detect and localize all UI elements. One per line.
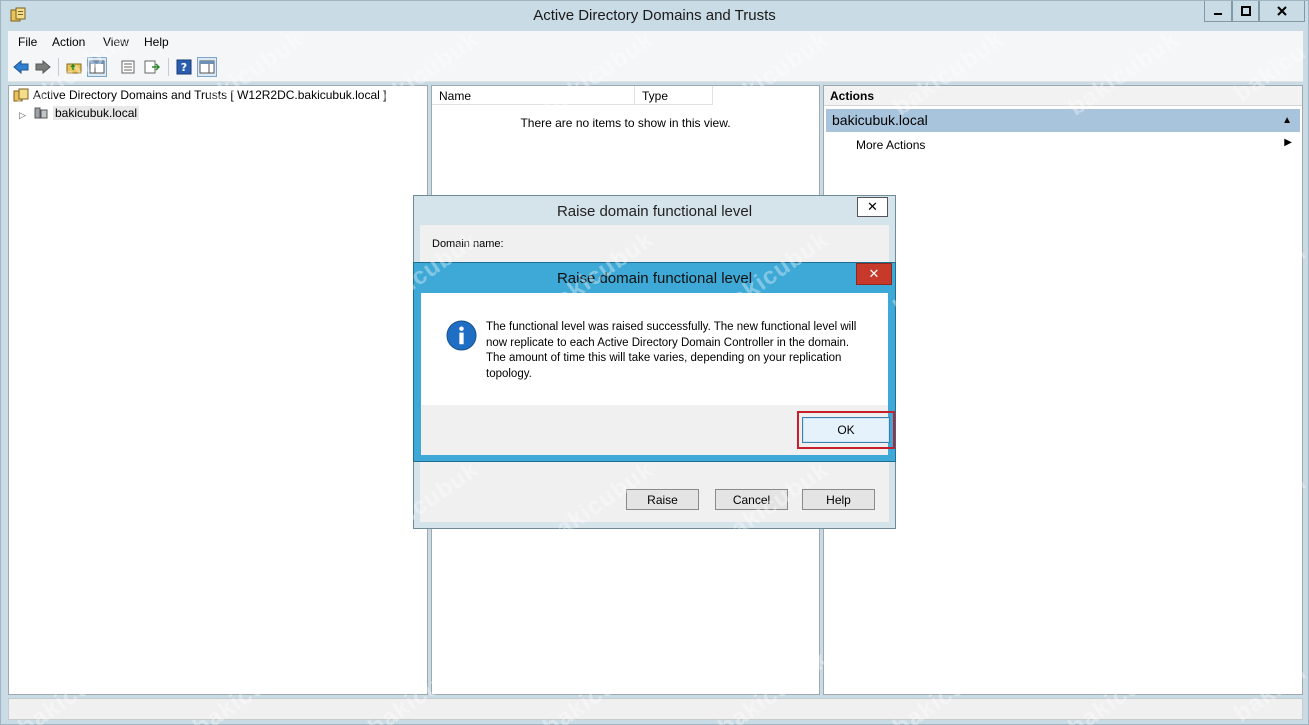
menu-bar: File Action View Help (8, 31, 1303, 53)
actions-title: Actions (824, 86, 1302, 106)
minimize-icon (1214, 13, 1222, 15)
action-pane-icon (199, 60, 215, 74)
help-dialog-button[interactable]: Help (802, 489, 875, 510)
message-box-close-button[interactable]: ✕ (856, 263, 892, 285)
svg-text:?: ? (181, 61, 187, 74)
forward-button[interactable] (33, 57, 53, 77)
cancel-button[interactable]: Cancel (715, 489, 788, 510)
status-bar (8, 698, 1303, 720)
menu-help[interactable]: Help (144, 35, 169, 49)
show-hide-action-pane-button[interactable] (197, 57, 217, 77)
message-box-footer: OK (421, 405, 895, 455)
message-text: The functional level was raised successf… (486, 321, 857, 380)
export-list-icon (144, 60, 160, 74)
export-list-button[interactable] (142, 57, 162, 77)
column-header-type[interactable]: Type (635, 86, 713, 105)
more-actions-item[interactable]: More Actions (856, 138, 925, 152)
actions-group-header[interactable]: bakicubuk.local ▲ (826, 109, 1300, 132)
toolbar-separator (58, 58, 59, 76)
toolbar: ? (8, 53, 1303, 82)
raise-level-dialog-title: Raise domain functional level (556, 203, 753, 220)
properties-button[interactable] (118, 57, 138, 77)
collapse-caret-icon[interactable]: ▲ (1282, 115, 1292, 126)
column-header-name[interactable]: Name (432, 86, 635, 105)
success-message-box: Raise domain functional level ✕ The func… (413, 262, 896, 462)
minimize-button[interactable] (1204, 1, 1232, 22)
close-icon (1277, 6, 1287, 16)
tree-domain-label: bakicubuk.local (53, 106, 140, 120)
forward-arrow-icon (35, 60, 51, 74)
domain-icon (34, 107, 48, 119)
tree-root-label: Active Directory Domains and Trusts [ W1… (33, 88, 387, 102)
raise-button[interactable]: Raise (626, 489, 699, 510)
console-tree-icon (89, 60, 105, 74)
expand-arrow-icon[interactable]: ▷ (19, 110, 26, 121)
tree-domain-item[interactable]: bakicubuk.local (33, 106, 140, 120)
window-title: Active Directory Domains and Trusts (533, 7, 776, 24)
menu-action[interactable]: Action (52, 35, 85, 49)
help-button[interactable]: ? (174, 57, 194, 77)
ok-button[interactable]: OK (802, 417, 890, 443)
info-icon (446, 320, 477, 351)
back-button[interactable] (11, 57, 31, 77)
menu-view[interactable]: View (103, 35, 129, 49)
up-level-button[interactable] (64, 57, 84, 77)
maximize-button[interactable] (1232, 1, 1259, 22)
toolbar-separator (168, 58, 169, 76)
title-bar[interactable]: Active Directory Domains and Trusts (1, 1, 1308, 31)
maximize-icon (1240, 6, 1251, 16)
domains-trusts-icon (13, 88, 29, 102)
help-icon: ? (176, 59, 192, 75)
menu-file[interactable]: File (18, 35, 37, 49)
submenu-arrow-icon[interactable]: ▶ (1284, 137, 1292, 148)
empty-list-message: There are no items to show in this view. (520, 116, 731, 130)
domain-name-label: Domain name: (432, 238, 504, 250)
raise-level-dialog-close-button[interactable]: ✕ (857, 197, 888, 217)
message-box-body: The functional level was raised successf… (421, 293, 888, 405)
back-arrow-icon (13, 60, 29, 74)
close-button[interactable] (1259, 1, 1305, 22)
properties-icon (121, 60, 135, 74)
tree-root-item[interactable]: Active Directory Domains and Trusts [ W1… (13, 88, 386, 102)
actions-group-label: bakicubuk.local (832, 112, 928, 128)
show-hide-tree-button[interactable] (87, 57, 107, 77)
folder-up-icon (66, 63, 82, 74)
message-box-title: Raise domain functional level (556, 270, 753, 287)
console-tree-pane: Active Directory Domains and Trusts [ W1… (8, 85, 428, 695)
